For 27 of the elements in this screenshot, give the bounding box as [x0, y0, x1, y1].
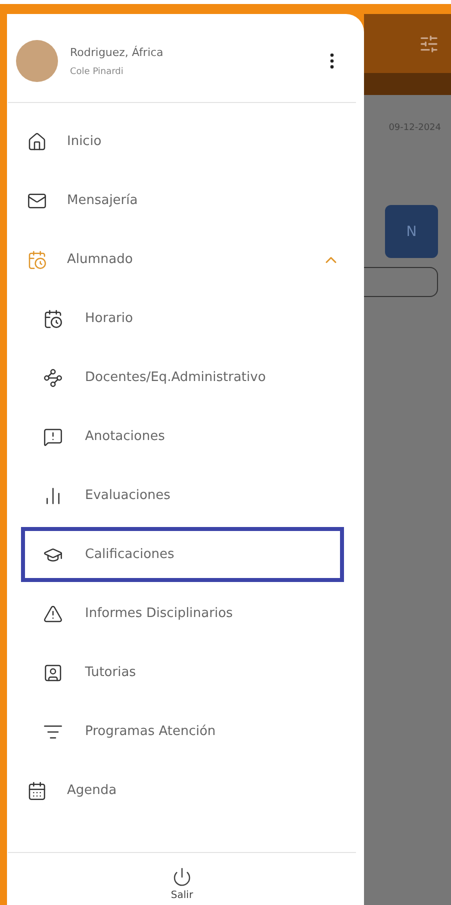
menu-item[interactable]: Programas Atención	[21, 704, 344, 759]
menu-item[interactable]: Agenda	[11, 763, 344, 818]
user-name: Rodriguez, África	[70, 46, 164, 58]
person-badge-icon	[43, 662, 63, 682]
n-button[interactable]: N	[385, 205, 438, 258]
menu-item[interactable]: Tutorias	[21, 645, 344, 700]
filter-icon[interactable]	[419, 34, 439, 54]
menu-item[interactable]: Horario	[21, 291, 344, 346]
menu-item[interactable]: Calificaciones	[21, 527, 344, 582]
menu-item[interactable]: Anotaciones	[21, 409, 344, 464]
menu-item[interactable]: Informes Disciplinarios	[21, 586, 344, 641]
menu-item[interactable]: Inicio	[11, 114, 344, 169]
school-name: Cole Pinardi	[70, 66, 124, 76]
input-field[interactable]	[364, 267, 438, 297]
menu-item[interactable]: Evaluaciones	[21, 468, 344, 523]
menu-item[interactable]: Mensajería	[11, 173, 344, 228]
calendar-clock-icon	[27, 250, 47, 270]
mail-icon	[27, 190, 47, 210]
message-alert-icon	[43, 426, 63, 446]
calendar-icon	[27, 780, 47, 800]
warning-icon	[43, 604, 63, 624]
logout-button[interactable]: Salir	[170, 867, 194, 901]
menu-item[interactable]: Docentes/Eq.Administrativo	[21, 350, 344, 405]
menu-item[interactable]: Alumnado	[11, 232, 344, 287]
calendar-clock-icon	[43, 308, 63, 328]
avatar	[16, 40, 58, 82]
home-icon	[27, 132, 47, 152]
